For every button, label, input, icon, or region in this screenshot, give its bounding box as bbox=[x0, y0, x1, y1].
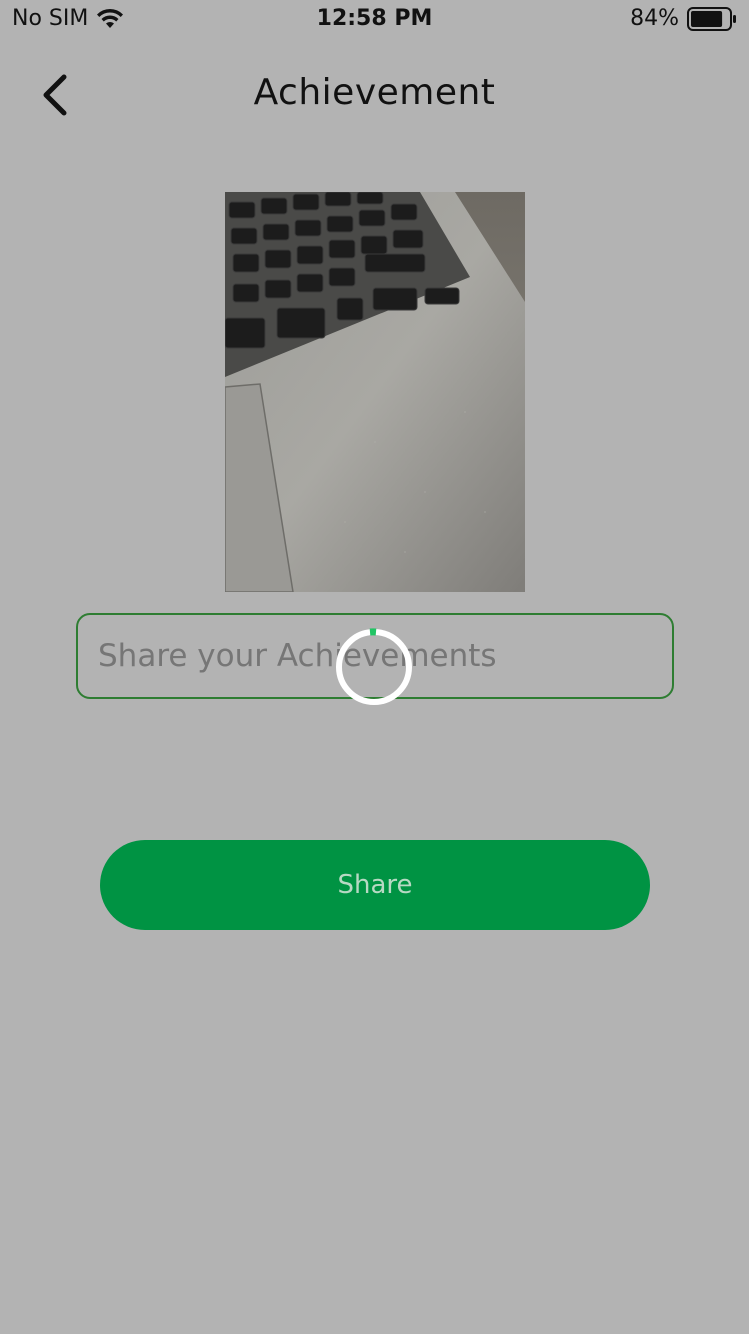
achievement-photo bbox=[225, 192, 525, 592]
loading-spinner-icon bbox=[334, 627, 414, 707]
battery-percent: 84% bbox=[630, 6, 679, 31]
share-button[interactable]: Share bbox=[100, 840, 650, 930]
page-title: Achievement bbox=[253, 72, 496, 113]
status-bar: No SIM 12:58 PM 84% bbox=[0, 0, 749, 40]
nav-bar: Achievement bbox=[0, 60, 749, 132]
battery-icon bbox=[687, 6, 737, 31]
battery-group: 84% bbox=[630, 6, 737, 31]
achievement-screen: No SIM 12:58 PM 84% Achievement Share yo… bbox=[0, 0, 749, 1334]
